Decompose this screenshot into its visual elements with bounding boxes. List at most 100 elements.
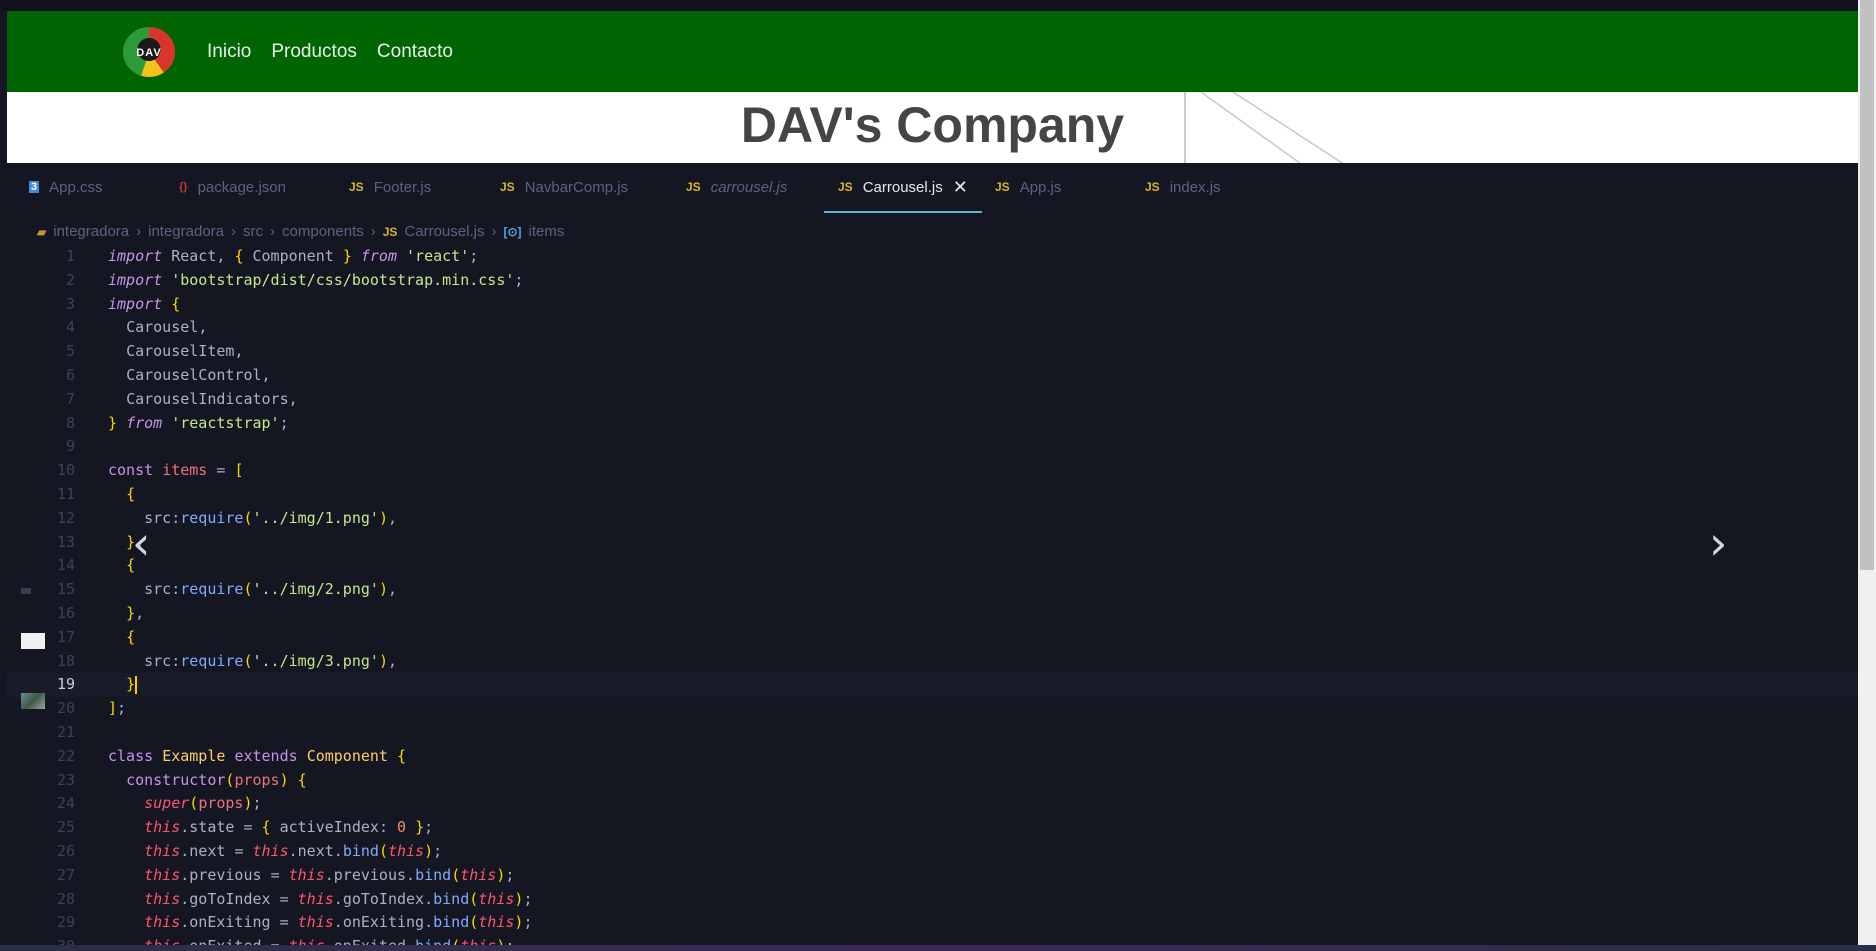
code-text: import 'bootstrap/dist/css/bootstrap.min… [108, 270, 524, 289]
carousel-prev-icon[interactable]: ‹ [132, 516, 150, 570]
code-line[interactable]: 1 import React, { Component } from 'react… [7, 245, 1858, 269]
code-line[interactable]: 29 this.onExiting = this.onExiting.bind(… [7, 911, 1858, 935]
code-text: this.goToIndex = this.goToIndex.bind(thi… [144, 889, 533, 908]
tab-carrousel-lower-js[interactable]: JS carrousel.js [686, 163, 787, 211]
code-line[interactable]: 23 constructor(props) { [7, 769, 1858, 793]
code-line[interactable]: 14 { [7, 554, 1858, 578]
text-cursor [135, 675, 138, 694]
code-line[interactable]: 10 const items = [ [7, 459, 1858, 483]
code-line[interactable]: 26 this.next = this.next.bind(this); [7, 840, 1858, 864]
code-text: } from 'reactstrap'; [108, 413, 289, 432]
tab-app-css[interactable]: 3 App.css [29, 163, 102, 211]
code-text: Carousel, [126, 318, 208, 337]
breadcrumb-item[interactable]: items [529, 223, 565, 240]
code-line[interactable]: 20]; [7, 697, 1858, 721]
line-number: 25 [56, 818, 75, 837]
code-text: class Example extends Component { [108, 746, 407, 765]
code-line[interactable]: 27 this.previous = this.previous.bind(th… [7, 864, 1858, 888]
code-line[interactable]: 17 { [7, 626, 1858, 650]
code-text: src:require('../img/3.png'), [144, 651, 397, 670]
variable-symbol-icon: [⊙] [503, 224, 522, 239]
code-editor-carousel-slide: 3 App.css {} package.json JS Footer.js J… [7, 163, 1858, 945]
code-line[interactable]: 12 src:require('../img/1.png'), [7, 507, 1858, 531]
code-line[interactable]: 2 import 'bootstrap/dist/css/bootstrap.mi… [7, 269, 1858, 293]
tab-label: App.css [49, 178, 103, 196]
tab-carrousel-js[interactable]: JS Carrousel.js ✕ [824, 163, 982, 213]
nav-link-productos[interactable]: Productos [271, 41, 357, 63]
code-text: constructor(props) { [126, 770, 307, 789]
breadcrumb-item[interactable]: src [243, 223, 263, 240]
carousel-next-icon[interactable]: › [1709, 516, 1727, 570]
breadcrumb-item[interactable]: integradora [53, 223, 129, 240]
scrollbar-thumb[interactable] [1860, 0, 1874, 570]
code-line[interactable]: 13 }, [7, 531, 1858, 555]
code-text: }, [126, 603, 145, 622]
code-line[interactable]: 9 [7, 435, 1858, 459]
line-number: 18 [56, 651, 75, 670]
json-file-icon: {} [179, 181, 188, 193]
tab-footer-js[interactable]: JS Footer.js [349, 163, 431, 211]
line-number: 29 [56, 913, 75, 932]
code-line[interactable]: 7 CarouselIndicators, [7, 388, 1858, 412]
code-line[interactable]: 22 class Example extends Component { [7, 745, 1858, 769]
nav-link-inicio[interactable]: Inicio [207, 41, 251, 63]
line-number: 12 [56, 508, 75, 527]
line-number: 16 [56, 603, 75, 622]
line-number: 23 [56, 770, 75, 789]
js-file-icon: JS [349, 180, 364, 194]
navbar: DAV Inicio Productos Contacto [7, 11, 1858, 92]
line-number: 22 [56, 746, 75, 765]
code-text: this.onExiting = this.onExiting.bind(thi… [144, 913, 533, 932]
code-text: this.previous = this.previous.bind(this)… [144, 865, 515, 884]
code-line[interactable]: 28 this.goToIndex = this.goToIndex.bind(… [7, 888, 1858, 912]
code-line[interactable]: 19 } [7, 673, 1858, 698]
code-line[interactable]: 4 Carousel, [7, 316, 1858, 340]
close-icon[interactable]: ✕ [953, 177, 968, 198]
code-line[interactable]: 30 this.onExited = this.onExited.bind(th… [7, 935, 1858, 945]
code-line[interactable]: 24 super(props); [7, 792, 1858, 816]
breadcrumb-item[interactable]: components [282, 223, 364, 240]
code-line[interactable]: 3 import { [7, 293, 1858, 317]
js-file-icon: JS [995, 180, 1010, 194]
chevron-right-icon: › [231, 223, 237, 240]
code-line[interactable]: 11 { [7, 483, 1858, 507]
code-line[interactable]: 21 [7, 721, 1858, 745]
line-number: 10 [56, 461, 75, 480]
folder-icon: ▰ [37, 224, 47, 239]
tab-label: NavbarComp.js [524, 178, 629, 196]
code-line[interactable]: 18 src:require('../img/3.png'), [7, 650, 1858, 674]
code-text: CarouselIndicators, [126, 389, 298, 408]
line-number: 24 [56, 794, 75, 813]
code-text: super(props); [144, 794, 262, 813]
code-area[interactable]: 1 import React, { Component } from 'react… [7, 245, 1858, 945]
tab-label: Footer.js [373, 178, 432, 196]
code-text: src:require('../img/1.png'), [144, 508, 397, 527]
line-number: 4 [65, 318, 75, 337]
tab-navbarcomp-js[interactable]: JS NavbarComp.js [500, 163, 628, 211]
code-line[interactable]: 6 CarouselControl, [7, 364, 1858, 388]
nav-link-contacto[interactable]: Contacto [377, 41, 453, 63]
code-text: this.onExited = this.onExited.bind(this)… [108, 935, 514, 945]
code-line[interactable]: 8 } from 'reactstrap'; [7, 412, 1858, 436]
tab-app-js[interactable]: JS App.js [995, 163, 1061, 211]
line-number: 3 [65, 294, 75, 313]
code-line[interactable]: 25 this.state = { activeIndex: 0 }; [7, 816, 1858, 840]
css-file-icon: 3 [29, 181, 40, 193]
line-number: 1 [65, 247, 75, 265]
code-line[interactable]: 15 src:require('../img/2.png'), [7, 578, 1858, 602]
code-text: this.state = { activeIndex: 0 }; [144, 818, 434, 837]
line-number: 9 [65, 437, 75, 456]
code-text: } [126, 675, 138, 694]
code-text: { [126, 627, 136, 646]
tab-index-js[interactable]: JS index.js [1145, 163, 1221, 211]
code-line[interactable]: 16 }, [7, 602, 1858, 626]
line-number: 8 [65, 413, 75, 432]
code-text: CarouselControl, [126, 365, 271, 384]
breadcrumb-item[interactable]: Carrousel.js [404, 223, 484, 240]
code-line[interactable]: 5 CarouselItem, [7, 340, 1858, 364]
chevron-right-icon: › [491, 223, 497, 240]
tab-package-json[interactable]: {} package.json [179, 163, 286, 211]
tab-label: Carrousel.js [862, 178, 943, 196]
image-preview-thumbnail [21, 588, 31, 594]
breadcrumb-item[interactable]: integradora [148, 223, 224, 240]
